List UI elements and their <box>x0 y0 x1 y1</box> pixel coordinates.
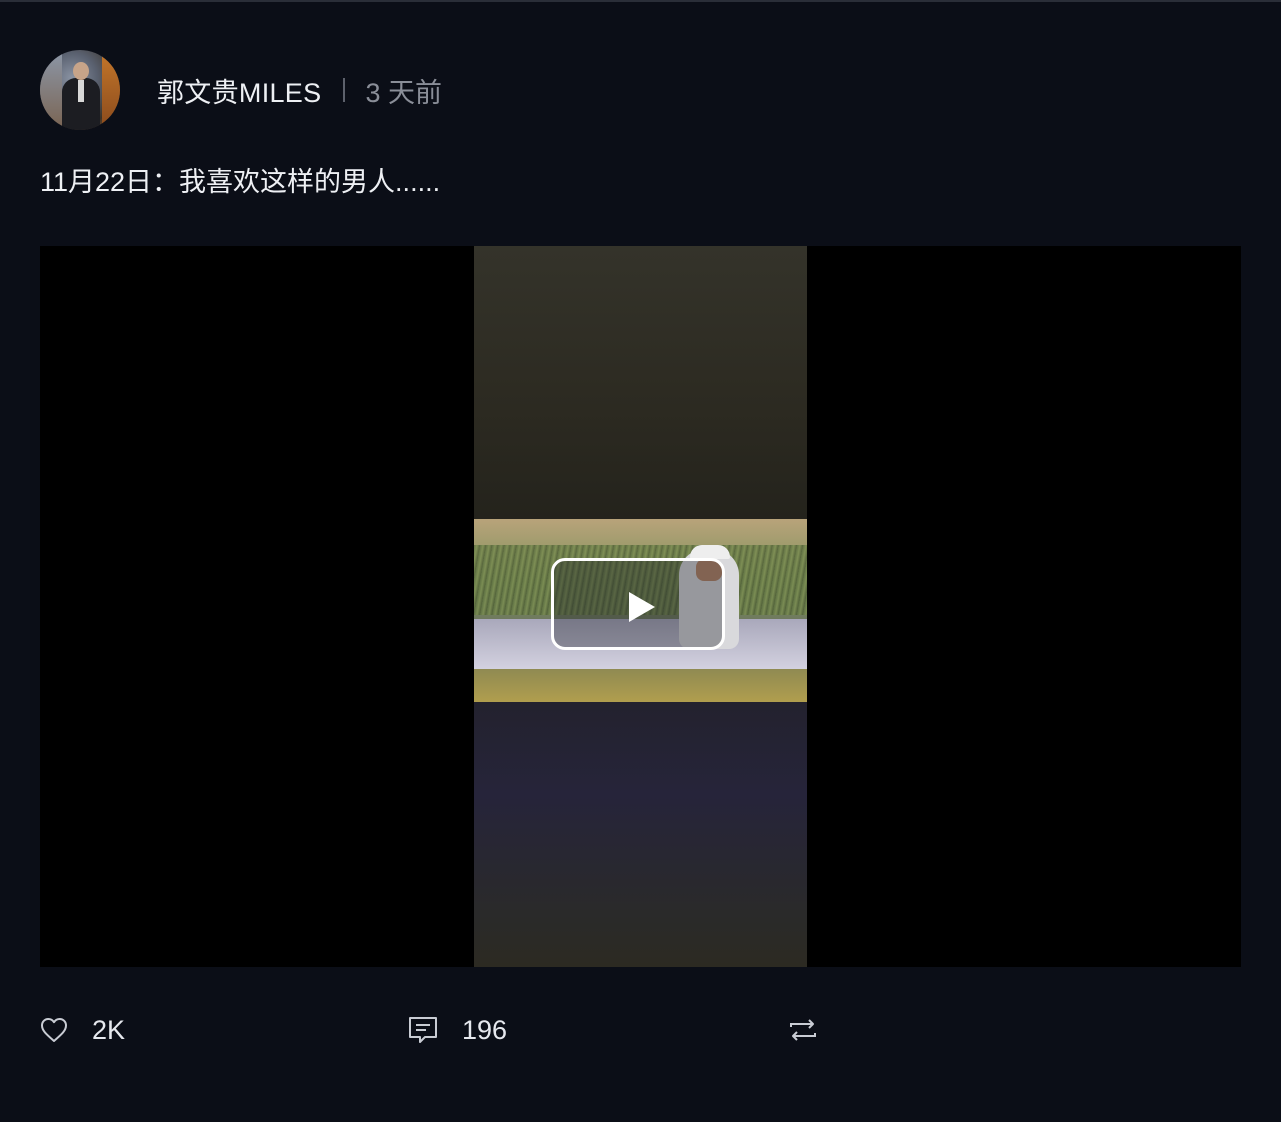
avatar[interactable] <box>40 50 120 130</box>
post-time: 3 天前 <box>365 77 442 108</box>
comment-count: 196 <box>462 1014 508 1045</box>
repost-button[interactable] <box>788 1008 842 1052</box>
play-icon <box>629 592 655 622</box>
comment-icon <box>409 1017 437 1043</box>
like-button[interactable]: 2K <box>40 1008 125 1052</box>
heart-icon <box>41 1018 67 1042</box>
play-button[interactable] <box>551 558 725 650</box>
video-player[interactable] <box>40 246 1241 967</box>
post-text: 11月22日：我喜欢这样的男人...... <box>40 167 441 197</box>
repost-icon <box>790 1019 816 1041</box>
action-bar: 2K 196 <box>40 1008 1241 1052</box>
top-divider <box>0 0 1281 2</box>
header-separator <box>343 78 346 102</box>
like-count: 2K <box>92 1014 126 1045</box>
post-header: 郭文贵MILES 3 天前 <box>40 50 442 130</box>
username[interactable]: 郭文贵MILES <box>157 71 321 110</box>
comment-button[interactable]: 196 <box>408 1008 507 1052</box>
